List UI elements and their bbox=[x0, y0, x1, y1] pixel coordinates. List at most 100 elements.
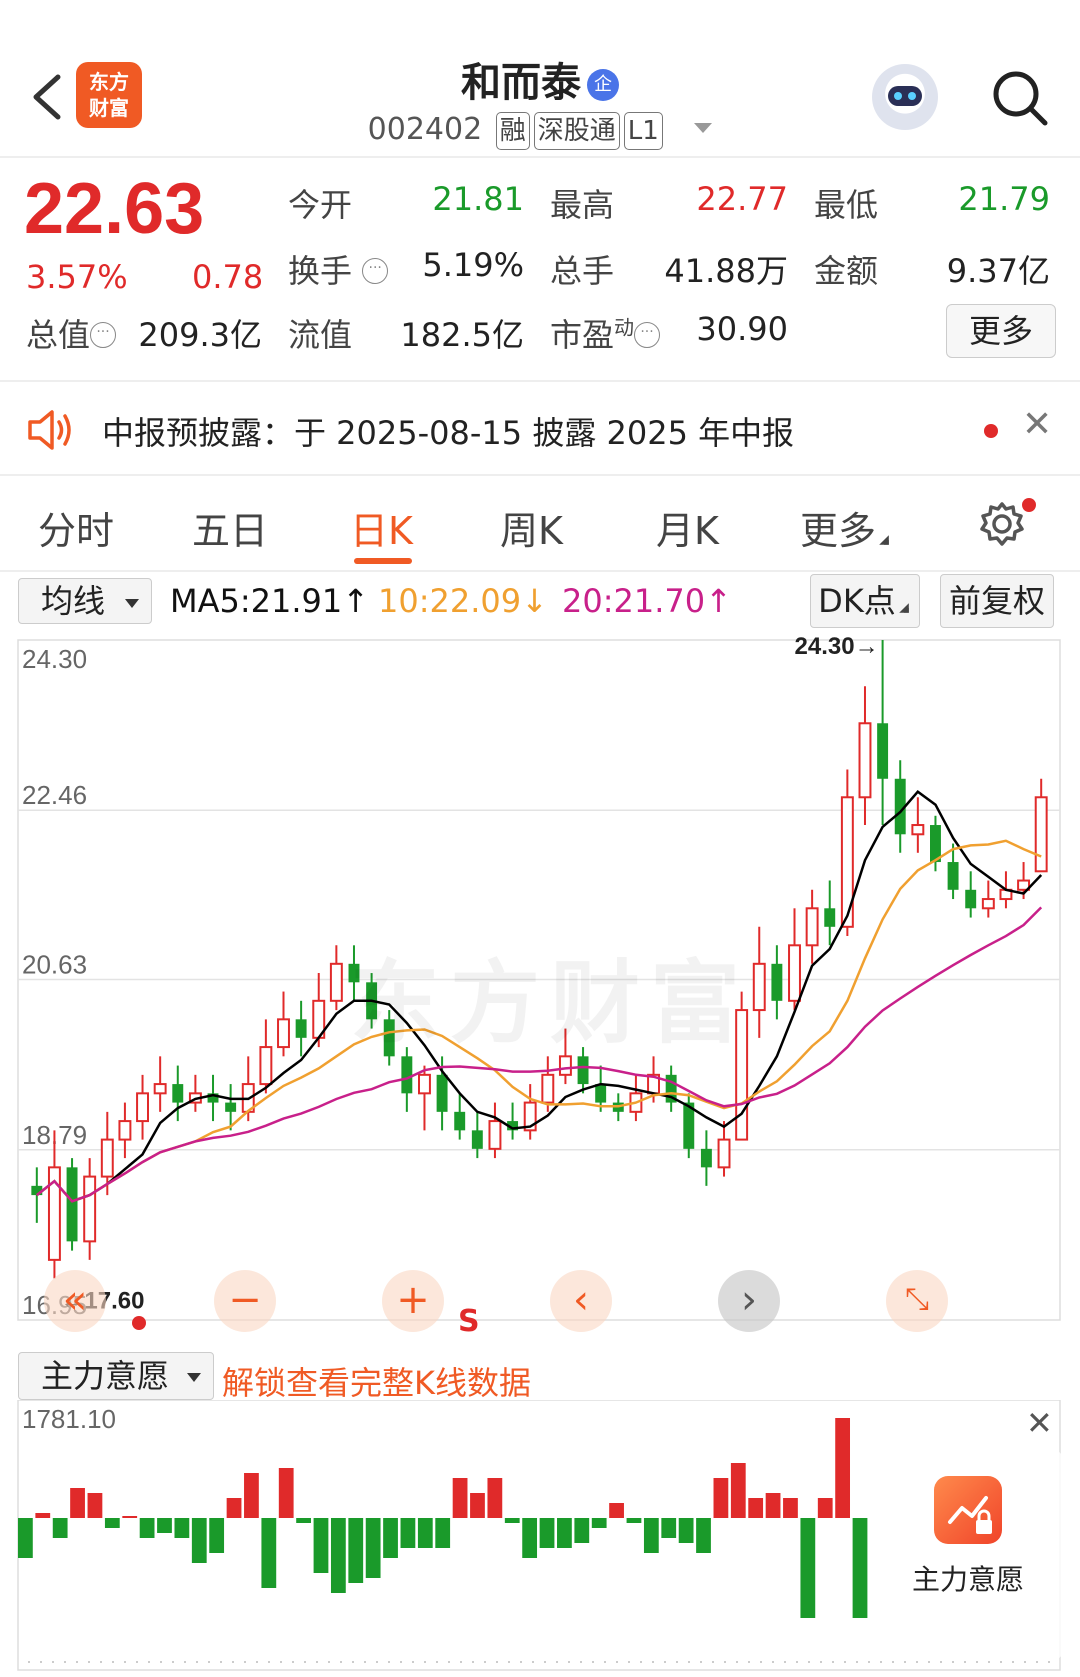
dk-point-button[interactable]: DK点 bbox=[810, 574, 920, 628]
indicator-bar-down bbox=[383, 1518, 398, 1558]
fast-back-button[interactable]: « bbox=[44, 1270, 106, 1332]
tab-daily-k[interactable]: 日K bbox=[350, 500, 413, 555]
close-icon[interactable]: ✕ bbox=[1022, 404, 1052, 445]
indicator-bar-up bbox=[278, 1468, 294, 1518]
turnover-value: 5.19% bbox=[422, 246, 524, 284]
unlock-link[interactable]: 解锁查看完整K线数据 bbox=[222, 1358, 531, 1404]
candle-down bbox=[771, 963, 783, 1001]
candle-down bbox=[824, 908, 836, 927]
info-dots-icon[interactable]: ··· bbox=[634, 322, 661, 348]
indicator-bar-up bbox=[70, 1488, 85, 1518]
ma20-value: 20:21.70↑ bbox=[562, 582, 732, 620]
indicator-bar-down bbox=[139, 1518, 155, 1538]
volume-label: 总手 bbox=[550, 252, 615, 290]
indicator-bar-down bbox=[330, 1518, 346, 1593]
float-label: 流值 bbox=[288, 316, 353, 354]
candle-up bbox=[136, 1092, 149, 1123]
red-marker-dot bbox=[132, 1316, 146, 1330]
fullscreen-icon[interactable]: ⤡ bbox=[886, 1270, 948, 1332]
next-button[interactable]: › bbox=[718, 1270, 780, 1332]
pe-value: 30.90 bbox=[696, 310, 788, 348]
indicator-selector[interactable]: 主力意愿 bbox=[18, 1352, 214, 1400]
pe-sup: 动 bbox=[614, 315, 635, 340]
candle-up bbox=[277, 1018, 290, 1049]
indicator-bar-down bbox=[696, 1518, 711, 1553]
kline-chart[interactable]: 24.3022.4620.6318.7916.9524.30→←17.60 东方… bbox=[0, 630, 1080, 1330]
zoom-in-button[interactable]: + bbox=[382, 1270, 444, 1332]
gear-icon[interactable] bbox=[978, 500, 1026, 548]
high-label: 最高 bbox=[550, 186, 615, 224]
volume-value: 41.88万 bbox=[664, 252, 788, 290]
mktcap-label: 总值 ··· bbox=[26, 310, 117, 356]
tab-more[interactable]: 更多 bbox=[800, 500, 892, 555]
indicator-bar-up bbox=[748, 1498, 764, 1518]
indicator-bar-down bbox=[296, 1518, 311, 1523]
period-tabs: 分时 五日 日K 周K 月K 更多 bbox=[0, 478, 1080, 572]
candle-down bbox=[965, 889, 977, 909]
chevron-down-icon[interactable] bbox=[694, 123, 713, 133]
candle-up bbox=[788, 944, 801, 1002]
tab-weekly-k[interactable]: 周K bbox=[500, 500, 563, 555]
close-icon[interactable]: ✕ bbox=[1026, 1404, 1053, 1442]
indicator-bar-up bbox=[87, 1493, 103, 1518]
adjust-button[interactable]: 前复权 bbox=[940, 574, 1054, 628]
amount-value: 9.37亿 bbox=[946, 252, 1050, 290]
stock-code: 002402 bbox=[367, 112, 483, 147]
indicator-bar-up bbox=[470, 1493, 485, 1518]
candle-up bbox=[981, 898, 995, 910]
notice-text[interactable]: 中报预披露：于 2025-08-15 披露 2025 年中报 bbox=[102, 408, 794, 454]
enterprise-badge: 企 bbox=[587, 69, 619, 101]
indicator-bar-down bbox=[435, 1518, 451, 1548]
chart-lock-icon[interactable] bbox=[934, 1476, 1002, 1544]
indicator-bar-down bbox=[261, 1518, 277, 1588]
prev-button[interactable]: ‹ bbox=[550, 1270, 612, 1332]
indicator-bar-down bbox=[348, 1518, 364, 1583]
ma10-value: 10:22.09↓ bbox=[378, 582, 548, 620]
indicator-bar-down bbox=[191, 1518, 207, 1563]
watermark: 东方财富 bbox=[350, 951, 750, 1056]
indicator-bar-down bbox=[209, 1518, 225, 1553]
indicator-bar-down bbox=[104, 1518, 120, 1528]
candle-down bbox=[225, 1102, 237, 1112]
max-price-label: 24.30→ bbox=[795, 633, 879, 660]
search-icon[interactable] bbox=[990, 68, 1050, 128]
info-dots-icon[interactable]: ··· bbox=[362, 258, 389, 284]
more-button[interactable]: 更多 bbox=[946, 304, 1056, 358]
tag-level[interactable]: L1 bbox=[623, 112, 663, 150]
indicator-bar-down bbox=[591, 1518, 607, 1528]
indicator-bar: 主力意愿 解锁查看完整K线数据 bbox=[0, 1352, 1080, 1404]
tab-monthly-k[interactable]: 月K bbox=[656, 500, 719, 555]
quote-panel: 22.63 3.57% 0.78 今开 21.81 最高 22.77 最低 21… bbox=[0, 160, 1080, 380]
candle-down bbox=[595, 1084, 607, 1103]
notice-bar[interactable]: 中报预披露：于 2025-08-15 披露 2025 年中报 ✕ bbox=[0, 380, 1080, 476]
assistant-robot-icon[interactable] bbox=[872, 64, 938, 130]
indicator-bar-down bbox=[643, 1518, 659, 1553]
info-dots-icon[interactable]: ··· bbox=[90, 322, 117, 348]
tab-five-day[interactable]: 五日 bbox=[192, 500, 268, 555]
pe-label: 市盈动 ··· bbox=[550, 310, 661, 356]
turnover-label: 换手 ··· bbox=[288, 246, 389, 292]
active-tab-indicator bbox=[354, 558, 412, 564]
tag-connect[interactable]: 深股通 bbox=[533, 112, 620, 150]
indicator-bar-up bbox=[783, 1498, 798, 1518]
indicator-max-label: 1781.10 bbox=[22, 1404, 116, 1434]
tag-margin[interactable]: 融 bbox=[495, 112, 530, 150]
candle-down bbox=[295, 1019, 307, 1038]
candle-up bbox=[717, 1138, 731, 1169]
open-label: 今开 bbox=[288, 186, 353, 224]
zoom-out-button[interactable]: − bbox=[214, 1270, 276, 1332]
ma-selector[interactable]: 均线 bbox=[18, 578, 152, 624]
indicator-bar-down bbox=[313, 1518, 329, 1573]
app-header: 东方 财富 和而泰企 002402 融深股通 L1 bbox=[0, 0, 1080, 158]
caret-icon bbox=[879, 535, 889, 545]
indicator-bar-up bbox=[35, 1513, 51, 1518]
candle-up bbox=[153, 1083, 167, 1095]
low-value: 21.79 bbox=[958, 180, 1050, 218]
indicator-bar-down bbox=[678, 1518, 694, 1543]
candle-down bbox=[172, 1084, 184, 1103]
stock-name: 和而泰 bbox=[461, 60, 581, 106]
indicator-bar-up bbox=[817, 1498, 833, 1518]
candle-up bbox=[418, 1073, 431, 1095]
tab-intraday[interactable]: 分时 bbox=[38, 500, 114, 555]
indicator-panel-label: 主力意愿 bbox=[912, 1563, 1025, 1596]
